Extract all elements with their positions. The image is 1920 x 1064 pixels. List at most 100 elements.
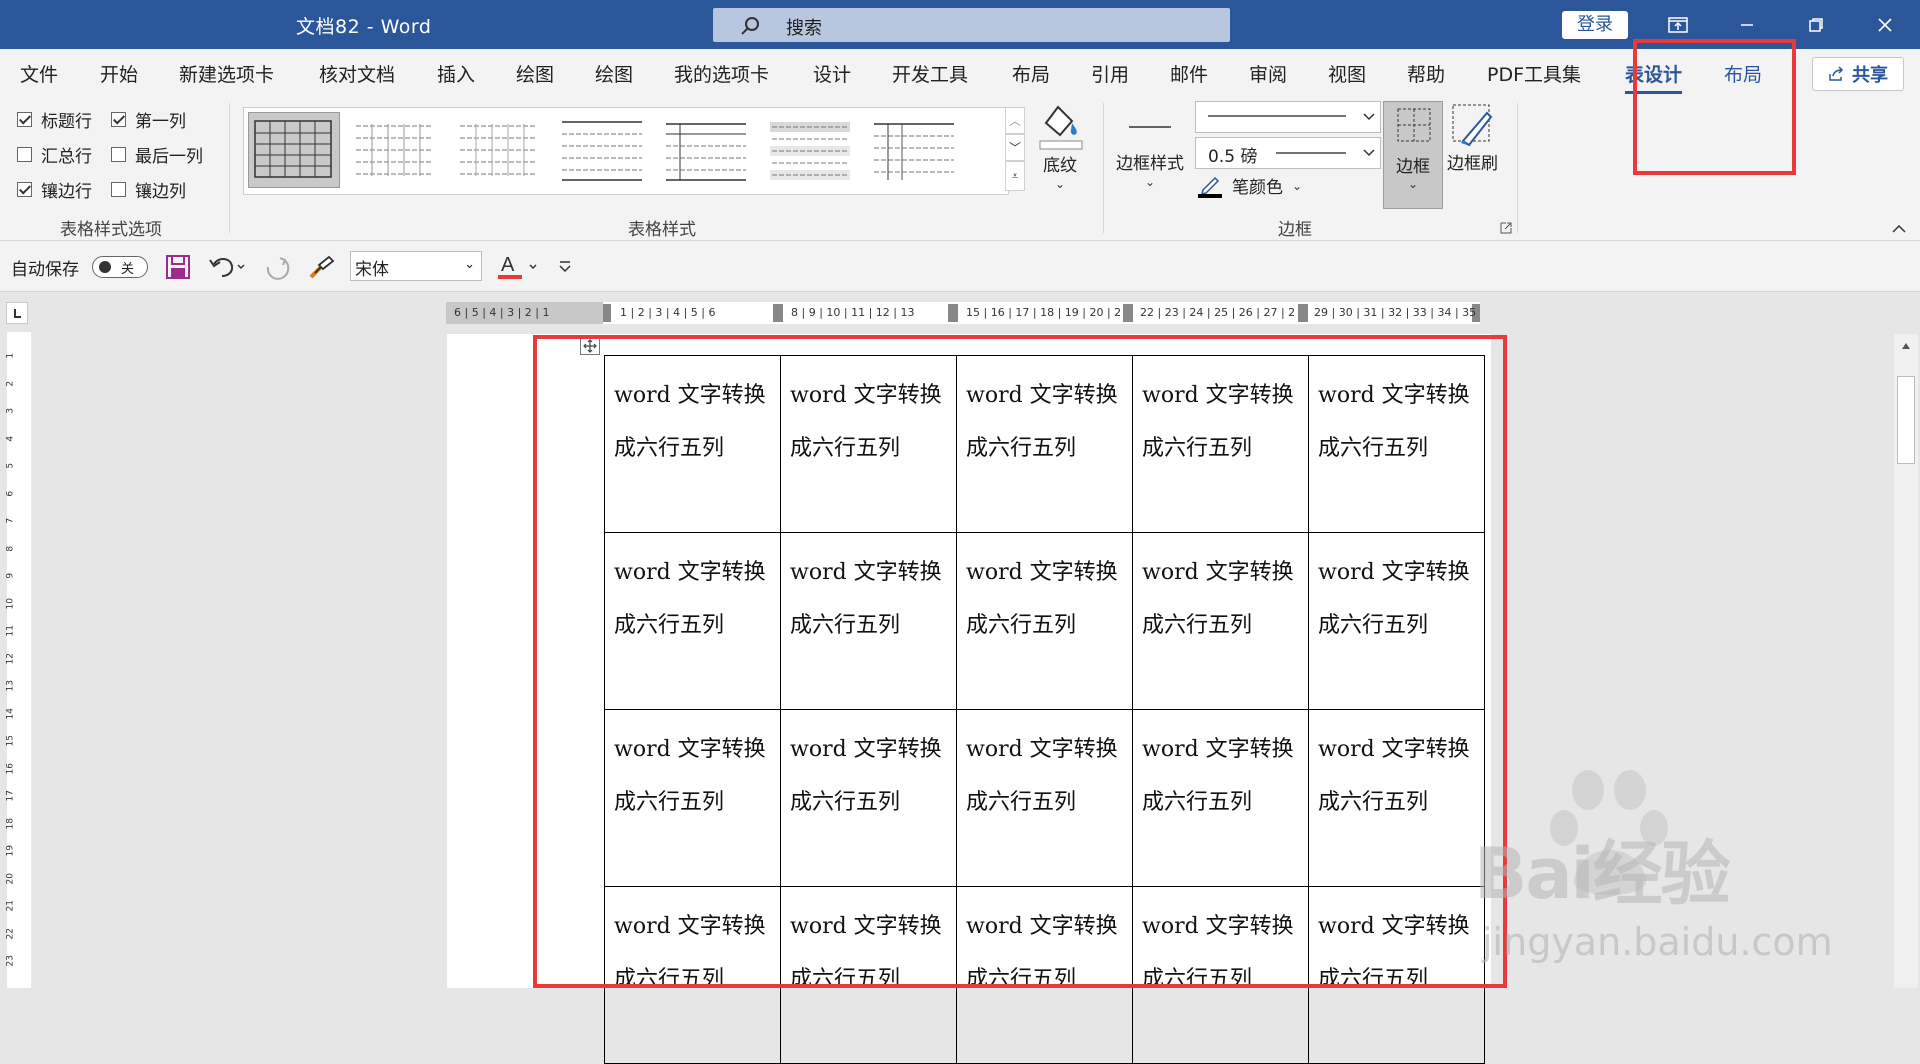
first-column-checkbox[interactable] — [111, 112, 126, 127]
table-cell[interactable]: word 文字转换 成六行五列 — [780, 886, 957, 1064]
tab-layout[interactable]: 布局 — [1012, 60, 1050, 87]
cell-text-line1: word 文字转换 — [1318, 560, 1470, 585]
table-style-7[interactable] — [868, 112, 960, 188]
gallery-scroll-up[interactable]: ︿ — [1005, 107, 1025, 134]
collapse-ribbon-icon[interactable] — [1892, 219, 1906, 238]
border-painter-button[interactable]: 边框刷 — [1447, 101, 1498, 174]
option-last-column[interactable]: 最后一列 — [111, 142, 203, 167]
save-button[interactable] — [165, 254, 191, 284]
cell-text-line1: word 文字转换 — [966, 914, 1118, 939]
dialog-launcher-icon[interactable] — [1500, 219, 1512, 238]
autosave-toggle[interactable]: 关 — [92, 256, 148, 278]
table-cell[interactable]: word 文字转换 成六行五列 — [604, 355, 781, 533]
tab-references[interactable]: 引用 — [1091, 60, 1129, 87]
tab-table-layout[interactable]: 布局 — [1724, 60, 1762, 87]
table-cell[interactable]: word 文字转换 成六行五列 — [1308, 532, 1485, 710]
ribbon-display-button[interactable] — [1648, 0, 1708, 49]
table-cell[interactable]: word 文字转换 成六行五列 — [1132, 532, 1309, 710]
customize-qat-button[interactable] — [558, 258, 572, 277]
banded-columns-checkbox[interactable] — [111, 182, 126, 197]
tab-my-tab[interactable]: 我的选项卡 — [674, 60, 769, 87]
total-row-checkbox[interactable] — [17, 147, 32, 162]
cell-text-line2: 成六行五列 — [614, 967, 725, 992]
font-color-button[interactable]: A — [497, 251, 541, 285]
tab-selector[interactable] — [6, 302, 28, 324]
pen-weight-dropdown[interactable]: 0.5 磅 — [1195, 137, 1381, 169]
share-button[interactable]: 共享 — [1812, 57, 1904, 91]
gallery-more[interactable]: ⩡ — [1005, 161, 1025, 191]
tab-developer[interactable]: 开发工具 — [892, 60, 968, 87]
tab-mailings[interactable]: 邮件 — [1170, 60, 1208, 87]
table-style-grid[interactable] — [248, 112, 340, 188]
header-row-checkbox[interactable] — [17, 112, 32, 127]
table-cell[interactable]: word 文字转换 成六行五列 — [1132, 886, 1309, 1064]
option-banded-rows[interactable]: 镶边行 — [17, 177, 92, 202]
option-total-row[interactable]: 汇总行 — [17, 142, 92, 167]
tab-design[interactable]: 设计 — [813, 60, 851, 87]
table-cell[interactable]: word 文字转换 成六行五列 — [956, 886, 1133, 1064]
search-box[interactable]: 搜索 — [713, 8, 1230, 42]
redo-button[interactable] — [264, 254, 292, 286]
font-name-dropdown[interactable]: 宋体 ⌄ — [350, 251, 482, 281]
tab-proofread[interactable]: 核对文档 — [319, 60, 395, 87]
banded-rows-checkbox[interactable] — [17, 182, 32, 197]
table-cell[interactable]: word 文字转换 成六行五列 — [780, 709, 957, 887]
table-cell[interactable]: word 文字转换 成六行五列 — [604, 532, 781, 710]
table-cell[interactable]: word 文字转换 成六行五列 — [956, 355, 1133, 533]
scroll-up-button[interactable] — [1894, 334, 1918, 358]
table-style-6[interactable] — [764, 112, 856, 188]
table-cell[interactable]: word 文字转换 成六行五列 — [1308, 709, 1485, 887]
tab-pdf-tools[interactable]: PDF工具集 — [1487, 60, 1581, 87]
option-banded-columns[interactable]: 镶边列 — [111, 177, 186, 202]
vertical-ruler[interactable]: 1 2 3 4 5 6 7 8 9 10 11 12 13 14 15 16 17 18 19 20 21 22 23 — [5, 332, 31, 988]
table-styles-gallery[interactable] — [243, 107, 1009, 195]
tab-draw-2[interactable]: 绘图 — [595, 60, 633, 87]
table-style-3[interactable] — [452, 112, 544, 188]
close-button[interactable] — [1855, 0, 1915, 49]
format-painter-button[interactable] — [307, 253, 335, 285]
horizontal-ruler[interactable]: 6 | 5 | 4 | 3 | 2 | 1 1 | 2 | 3 | 4 | 5 … — [446, 302, 1480, 324]
undo-button[interactable] — [208, 254, 246, 284]
border-styles-button[interactable]: 边框样式 ⌄ — [1116, 101, 1184, 189]
table-cell[interactable]: word 文字转换 成六行五列 — [604, 709, 781, 887]
table-cell[interactable]: word 文字转换 成六行五列 — [956, 709, 1133, 887]
document-table[interactable]: word 文字转换 成六行五列 word 文字转换 成六行五列 word 文字转换 成六行… — [604, 355, 1485, 1064]
tab-home[interactable]: 开始 — [100, 60, 138, 87]
borders-button[interactable]: 边框 ⌄ — [1383, 101, 1443, 209]
table-cell[interactable]: word 文字转换 成六行五列 — [604, 886, 781, 1064]
table-cell[interactable]: word 文字转换 成六行五列 — [1132, 709, 1309, 887]
gallery-scroll-down[interactable]: ﹀ — [1005, 134, 1025, 161]
tab-file[interactable]: 文件 — [20, 60, 58, 87]
scrollbar-thumb[interactable] — [1897, 376, 1915, 464]
shading-button[interactable]: 底纹 ⌄ — [1036, 101, 1084, 191]
tab-insert[interactable]: 插入 — [437, 60, 475, 87]
tab-table-design[interactable]: 表设计 — [1625, 60, 1683, 94]
login-button[interactable]: 登录 — [1562, 11, 1628, 39]
table-cell[interactable]: word 文字转换 成六行五列 — [1308, 355, 1485, 533]
line-style-dropdown[interactable] — [1195, 101, 1381, 133]
tab-review[interactable]: 审阅 — [1249, 60, 1287, 87]
table-move-handle[interactable] — [580, 336, 600, 355]
tab-view[interactable]: 视图 — [1328, 60, 1366, 87]
minimize-button[interactable] — [1717, 0, 1777, 49]
tab-new-tab[interactable]: 新建选项卡 — [179, 60, 274, 87]
table-cell[interactable]: word 文字转换 成六行五列 — [1308, 886, 1485, 1064]
pen-color-button[interactable]: 笔颜色 ⌄ — [1197, 173, 1302, 198]
table-style-4[interactable] — [556, 112, 648, 188]
option-header-row[interactable]: 标题行 — [17, 107, 92, 132]
tab-help[interactable]: 帮助 — [1407, 60, 1445, 87]
option-first-column[interactable]: 第一列 — [111, 107, 186, 132]
table-cell[interactable]: word 文字转换 成六行五列 — [780, 355, 957, 533]
table-cell[interactable]: word 文字转换 成六行五列 — [956, 532, 1133, 710]
table-cell[interactable]: word 文字转换 成六行五列 — [1132, 355, 1309, 533]
table-style-5[interactable] — [660, 112, 752, 188]
vertical-ruler-label: 20 — [5, 872, 16, 884]
ruler-labels-col1: 1 | 2 | 3 | 4 | 5 | 6 — [620, 306, 716, 319]
vertical-scrollbar[interactable] — [1894, 334, 1918, 988]
table-cell[interactable]: word 文字转换 成六行五列 — [780, 532, 957, 710]
vertical-ruler-label: 3 — [5, 407, 16, 414]
restore-button[interactable] — [1786, 0, 1846, 49]
table-style-2[interactable] — [348, 112, 440, 188]
last-column-checkbox[interactable] — [111, 147, 126, 162]
tab-draw-1[interactable]: 绘图 — [516, 60, 554, 87]
